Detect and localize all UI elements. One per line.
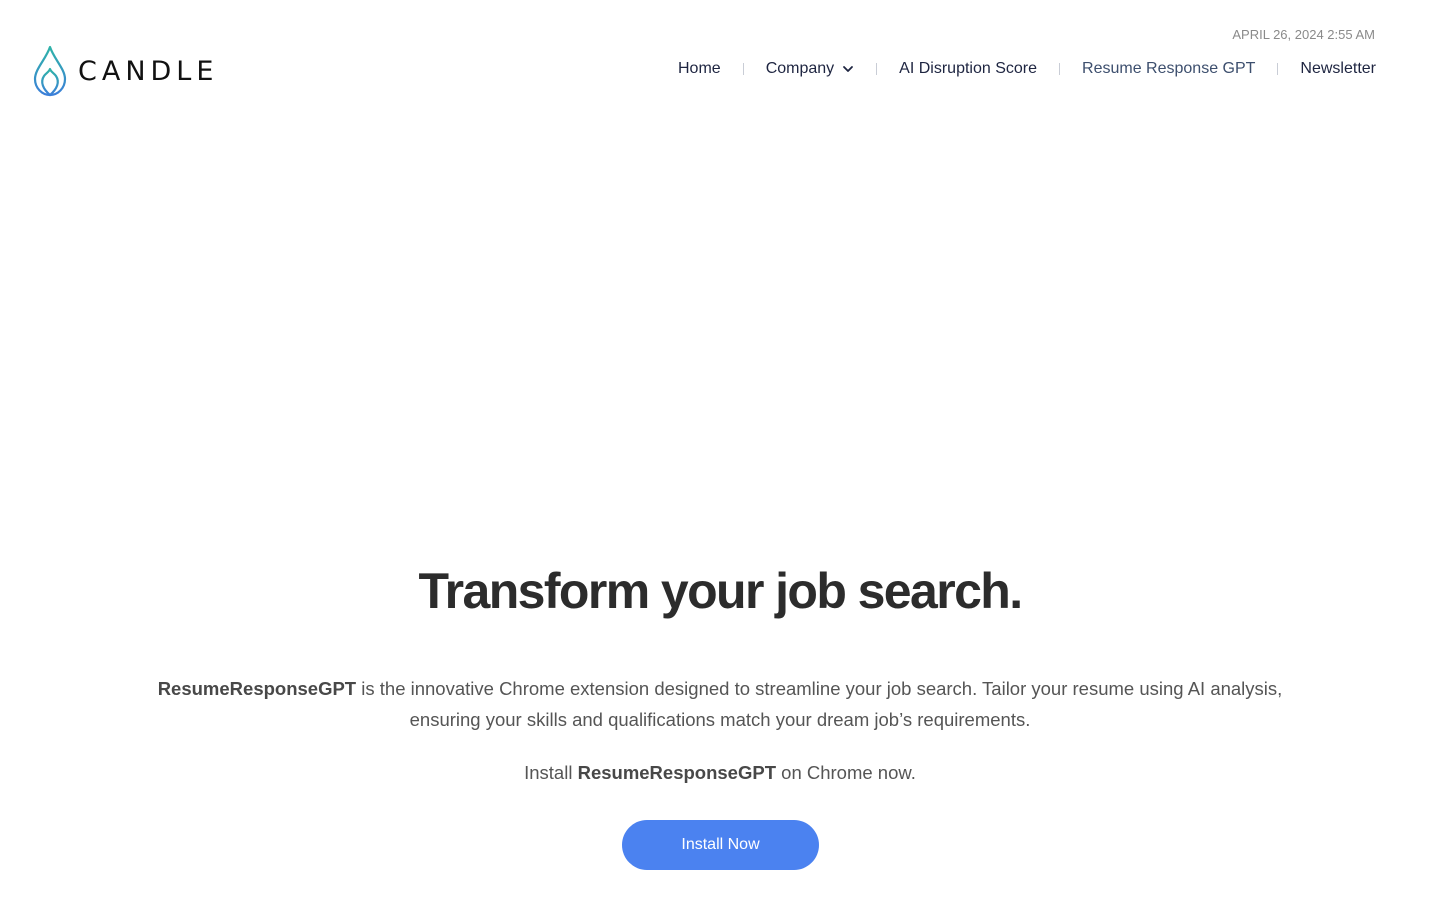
hero-description-text: is the innovative Chrome extension desig…	[356, 678, 1283, 730]
hero-description: ResumeResponseGPT is the innovative Chro…	[150, 673, 1290, 735]
hero-title: Transform your job search.	[418, 563, 1023, 619]
nav-company-dropdown[interactable]: Company	[766, 60, 854, 78]
nav-home[interactable]: Home	[678, 60, 721, 78]
install-product-name: ResumeResponseGPT	[577, 762, 777, 783]
candle-flame-icon	[33, 45, 67, 97]
page: CANDLE APRIL 26, 2024 2:55 AM Home Compa…	[0, 0, 1440, 900]
nav-resume-response-gpt[interactable]: Resume Response GPT	[1082, 60, 1255, 78]
logo-wordmark: CANDLE	[78, 55, 219, 87]
nav-resume-response-gpt-label: Resume Response GPT	[1082, 60, 1256, 77]
current-datetime: APRIL 26, 2024 2:55 AM	[1232, 27, 1375, 42]
chevron-down-icon	[843, 66, 854, 72]
nav-divider	[1277, 63, 1279, 75]
install-prefix: Install	[524, 762, 578, 783]
nav-company-label: Company	[765, 60, 835, 77]
nav-newsletter-label: Newsletter	[1300, 60, 1376, 77]
product-name-strong: ResumeResponseGPT	[157, 678, 357, 699]
nav-divider	[1059, 63, 1061, 75]
nav-newsletter[interactable]: Newsletter	[1300, 60, 1376, 78]
install-suffix: on Chrome now.	[776, 762, 916, 783]
nav-divider	[876, 63, 878, 75]
install-callout: Install ResumeResponseGPT on Chrome now.	[0, 762, 1440, 784]
install-now-button[interactable]: Install Now	[622, 820, 819, 870]
nav-ai-disruption-score-label: AI Disruption Score	[899, 60, 1038, 77]
main-nav: Home Company AI Disruption Score Resume …	[678, 57, 1376, 81]
nav-divider	[742, 63, 744, 75]
candle-logo[interactable]: CANDLE	[32, 45, 218, 97]
nav-home-label: Home	[678, 60, 721, 77]
nav-ai-disruption-score[interactable]: AI Disruption Score	[899, 60, 1037, 78]
